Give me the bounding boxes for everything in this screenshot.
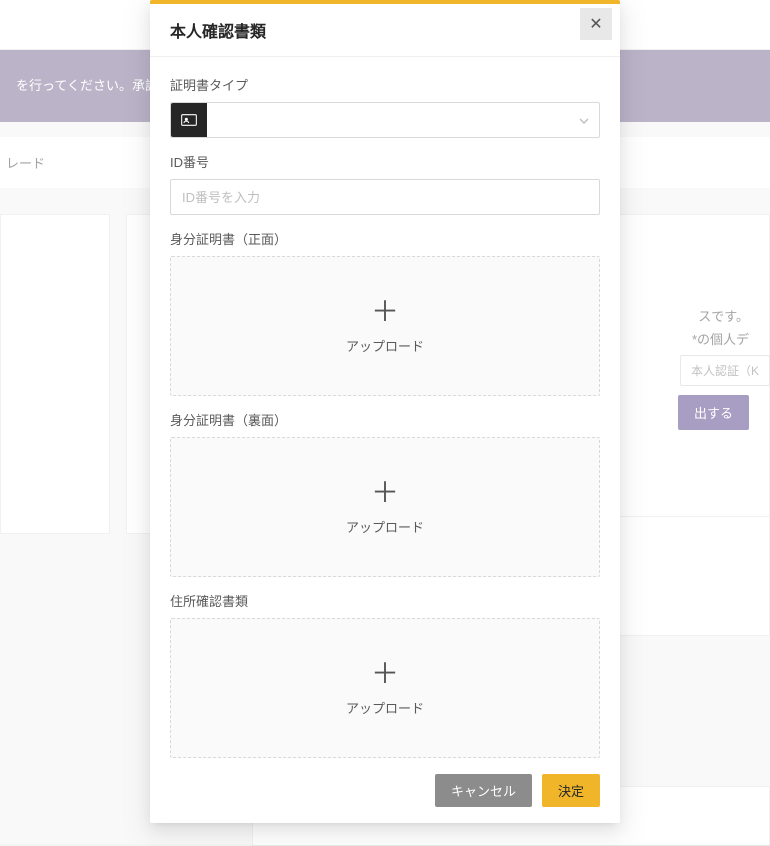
cert-type-field[interactable] — [207, 103, 599, 137]
plus-icon: ＋ — [371, 660, 399, 688]
close-icon: ✕ — [589, 14, 602, 34]
id-number-label: ID番号 — [170, 152, 600, 171]
id-front-label: 身分証明書（正面） — [170, 229, 600, 248]
kyc-modal: 本人確認書類 ✕ 証明書タイプ ID番号 身分証明書（正面） — [150, 0, 620, 823]
address-proof-label: 住所確認書類 — [170, 591, 600, 610]
cert-type-label: 証明書タイプ — [170, 75, 600, 94]
address-proof-upload[interactable]: ＋ アップロード — [170, 618, 600, 758]
upload-text-address: アップロード — [346, 698, 424, 717]
modal-header: 本人確認書類 ✕ — [150, 4, 620, 57]
id-card-icon — [171, 103, 207, 137]
upload-text-front: アップロード — [346, 336, 424, 355]
plus-icon: ＋ — [371, 479, 399, 507]
ok-button[interactable]: 決定 — [542, 774, 600, 807]
id-back-label: 身分証明書（裏面） — [170, 410, 600, 429]
upload-text-back: アップロード — [346, 517, 424, 536]
cert-type-select[interactable] — [170, 102, 600, 138]
id-front-upload[interactable]: ＋ アップロード — [170, 256, 600, 396]
id-back-upload[interactable]: ＋ アップロード — [170, 437, 600, 577]
plus-icon: ＋ — [371, 298, 399, 326]
cancel-button[interactable]: キャンセル — [435, 774, 532, 807]
modal-footer: キャンセル 決定 — [150, 762, 620, 823]
chevron-down-icon — [579, 113, 589, 127]
modal-title: 本人確認書類 — [170, 18, 266, 42]
close-button[interactable]: ✕ — [580, 8, 612, 40]
id-number-input[interactable] — [170, 179, 600, 215]
modal-body: 証明書タイプ ID番号 身分証明書（正面） ＋ アップロード 身分証明書（裏面） — [150, 57, 620, 762]
